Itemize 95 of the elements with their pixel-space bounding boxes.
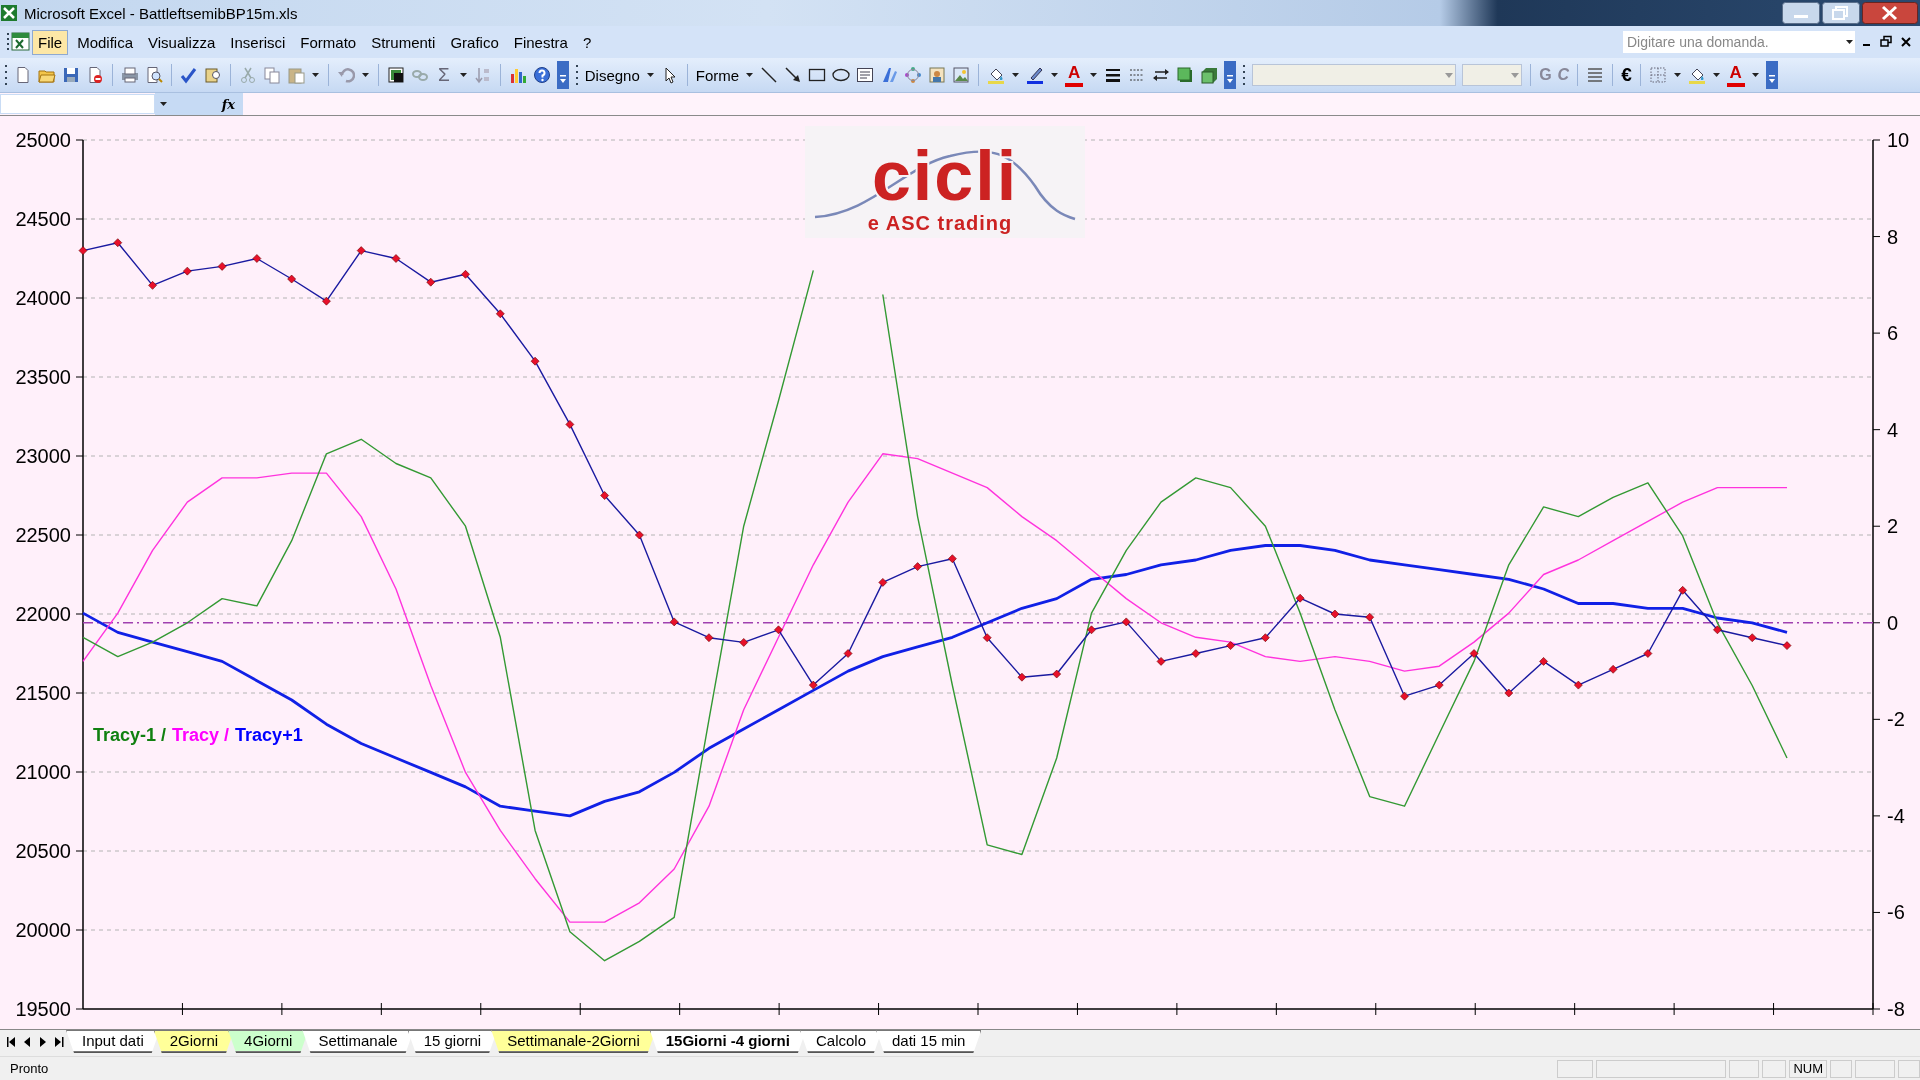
font-size-field[interactable] — [1462, 64, 1523, 86]
axis-label: 2 — [1887, 515, 1899, 538]
menu-item[interactable]: ? — [576, 29, 598, 55]
axis-label: 6 — [1887, 322, 1899, 345]
menu-item[interactable]: Grafico — [444, 29, 505, 55]
arrow-style-icon[interactable] — [1152, 66, 1171, 84]
menu-item[interactable]: Strumenti — [365, 29, 442, 55]
axis-label: 4 — [1887, 418, 1899, 441]
save-icon[interactable] — [62, 66, 80, 84]
align-icon[interactable] — [1586, 66, 1605, 84]
status-panel — [1898, 1059, 1920, 1078]
diagram-icon[interactable] — [904, 66, 923, 84]
status-panel — [1830, 1059, 1852, 1078]
line-icon[interactable] — [760, 66, 779, 84]
close-icon[interactable] — [1900, 35, 1912, 49]
spelling-icon[interactable] — [180, 66, 198, 84]
menu-item[interactable]: Modifica — [71, 29, 140, 55]
axis-label: 22500 — [15, 524, 71, 546]
permission-icon[interactable] — [86, 66, 104, 84]
currency-button[interactable]: € — [1621, 64, 1632, 86]
font-color-button[interactable]: A — [1726, 63, 1745, 87]
status-panel — [1729, 1059, 1760, 1078]
fill-color-icon[interactable] — [987, 66, 1006, 84]
excel-icon — [0, 4, 18, 22]
menu-item[interactable]: Inserisci — [224, 29, 292, 55]
line-style-icon[interactable] — [1104, 66, 1123, 84]
print-icon[interactable] — [121, 66, 139, 84]
clip-art-icon[interactable] — [928, 66, 947, 84]
axis-label: 0 — [1887, 611, 1899, 634]
next-sheet-icon[interactable] — [38, 1035, 48, 1049]
shadow-icon[interactable] — [1176, 66, 1195, 84]
axis-label: 23000 — [15, 445, 71, 467]
status-panel — [1855, 1059, 1895, 1078]
axis-label: 19500 — [15, 998, 71, 1020]
insert-function-button[interactable]: fx — [221, 96, 235, 112]
axis-label: 8 — [1887, 225, 1899, 248]
oval-icon[interactable] — [832, 66, 851, 84]
status-panel — [1557, 1059, 1594, 1078]
axis-label: 24000 — [15, 287, 71, 309]
rectangle-icon[interactable] — [808, 66, 827, 84]
status-text: Pronto — [10, 1061, 49, 1076]
legend-label: Tracy / — [172, 725, 230, 745]
axis-label: 22000 — [15, 603, 71, 625]
chevron-icon[interactable] — [1224, 61, 1237, 89]
fill-color-icon[interactable] — [1687, 66, 1706, 84]
wordart-icon[interactable] — [880, 66, 899, 84]
axis-label: 24500 — [15, 208, 71, 230]
axis-label: 23500 — [15, 366, 71, 388]
axis-label: 21500 — [15, 682, 71, 704]
close-icon[interactable] — [1862, 2, 1918, 24]
last-sheet-icon[interactable] — [54, 1035, 64, 1049]
menu-item[interactable]: Finestra — [507, 29, 574, 55]
three-d-icon[interactable] — [1200, 66, 1219, 84]
axis-label: 21000 — [15, 761, 71, 783]
help-search-field[interactable]: Digitare una domanda. — [1623, 31, 1855, 53]
axis-label: -6 — [1887, 901, 1905, 924]
first-sheet-icon[interactable] — [6, 1035, 16, 1049]
axis-label: -8 — [1887, 998, 1905, 1020]
line-color-icon[interactable] — [1026, 66, 1045, 84]
axis-label: 20500 — [15, 840, 71, 862]
font-color-button[interactable]: A — [1065, 63, 1084, 87]
menu-item[interactable]: File — [32, 29, 69, 55]
sheet-tab[interactable]: dati 15 min — [876, 1030, 982, 1053]
help-icon[interactable] — [532, 66, 551, 84]
draw-menu-button[interactable]: Disegno — [584, 66, 640, 84]
autosum-button[interactable]: Σ — [435, 64, 453, 86]
axis-label: -2 — [1887, 708, 1905, 731]
new-file-icon[interactable] — [14, 66, 32, 84]
axis-label: 25000 — [15, 129, 71, 151]
legend-label: Tracy+1 — [235, 725, 303, 745]
research-icon[interactable] — [204, 66, 222, 84]
image-icon[interactable] — [952, 66, 971, 84]
axis-label: -4 — [1887, 804, 1905, 827]
status-panel — [1762, 1059, 1787, 1078]
maximize-icon[interactable] — [1822, 2, 1860, 24]
window-title: Microsoft Excel - BattleftsemibBP15m.xls — [24, 4, 298, 22]
font-name-field[interactable] — [1252, 64, 1457, 86]
menu-item[interactable]: Visualizza — [142, 29, 222, 55]
restore-icon[interactable] — [1880, 35, 1892, 49]
menu-handle-icon — [6, 31, 10, 53]
legend-label: Tracy-1 / — [93, 725, 167, 745]
arrow-icon[interactable] — [784, 66, 803, 84]
status-indicator: NUM — [1789, 1059, 1827, 1078]
axis-label: 20000 — [15, 919, 71, 941]
workbook-icon[interactable] — [10, 31, 32, 53]
converter-icon[interactable] — [387, 66, 405, 84]
chart-wizard-icon[interactable] — [508, 66, 527, 84]
text-box-icon[interactable] — [856, 66, 875, 84]
chevron-icon[interactable] — [556, 61, 569, 89]
axis-label: 10 — [1887, 129, 1910, 151]
menu-item[interactable]: Formato — [294, 29, 363, 55]
chevron-icon[interactable] — [1765, 61, 1778, 89]
print-preview-icon[interactable] — [145, 66, 163, 84]
shapes-menu-button[interactable]: Forme — [695, 66, 740, 84]
previous-sheet-icon[interactable] — [22, 1035, 32, 1049]
